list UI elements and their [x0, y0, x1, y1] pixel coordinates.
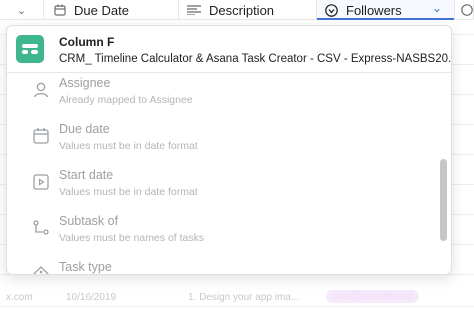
column-header-row: ⌄ Due Date Description Followers ⌄ [0, 0, 474, 20]
task-cell: 1. Design your app ima... [188, 292, 300, 303]
subtask-icon [33, 220, 49, 235]
column-label: Description [209, 2, 275, 18]
option-title: Due date [59, 122, 110, 136]
option-title: Assignee [59, 76, 111, 90]
follower-badge: oxin@stivsoftware [326, 290, 420, 303]
date-cell: 10/16/2019 [66, 292, 117, 303]
column-header-followers[interactable]: Followers ⌄ [317, 0, 455, 20]
calendar-icon [33, 128, 49, 144]
tag-icon [33, 266, 49, 274]
option-title: Subtask of [59, 214, 119, 228]
source-column-name: Column F [59, 35, 115, 49]
field-option-assignee[interactable]: Assignee Already mapped to Assignee [7, 72, 437, 118]
row-divider [0, 306, 474, 307]
option-description: Already mapped to Assignee [59, 94, 193, 106]
column-label: Due Date [74, 2, 129, 18]
source-column-header: Column F CRM_ Timeline Calculator & Asan… [7, 26, 451, 73]
column-header-description[interactable]: Description [179, 0, 317, 20]
column-header-previous[interactable]: ⌄ [0, 0, 44, 20]
dropdown-scrollbar[interactable] [440, 159, 447, 241]
option-description: Values must be names of tasks [59, 232, 205, 244]
option-description: Values must be in date format [59, 140, 198, 152]
followers-icon [325, 3, 338, 17]
column-header-due-date[interactable]: Due Date [44, 0, 179, 20]
person-icon [33, 82, 49, 98]
field-option-subtask-of[interactable]: Subtask of Values must be names of tasks [7, 210, 437, 256]
text-lines-icon [187, 5, 201, 15]
import-field-mapping-view: x.com 10/16/2019 1. Design your app ima.… [0, 0, 474, 316]
spreadsheet-icon [16, 35, 44, 63]
option-description: Values must be in date format [59, 186, 198, 198]
chevron-down-icon[interactable]: ⌄ [17, 4, 26, 17]
option-title: Task type [59, 260, 112, 274]
calendar-play-icon [33, 174, 49, 190]
option-title: Start date [59, 168, 114, 182]
chevron-down-icon[interactable]: ⌄ [432, 1, 442, 15]
source-file-name: CRM_ Timeline Calculator & Asana Task Cr… [59, 53, 452, 65]
email-cell: x.com [6, 292, 33, 303]
field-option-start-date[interactable]: Start date Values must be in date format [7, 164, 437, 210]
clock-icon [461, 4, 473, 16]
field-mapping-dropdown: Column F CRM_ Timeline Calculator & Asan… [6, 25, 452, 275]
column-header-next[interactable] [455, 0, 474, 20]
field-option-task-type[interactable]: Task type [7, 256, 437, 274]
field-option-due-date[interactable]: Due date Values must be in date format [7, 118, 437, 164]
column-label: Followers [346, 2, 402, 18]
calendar-icon [54, 4, 66, 16]
